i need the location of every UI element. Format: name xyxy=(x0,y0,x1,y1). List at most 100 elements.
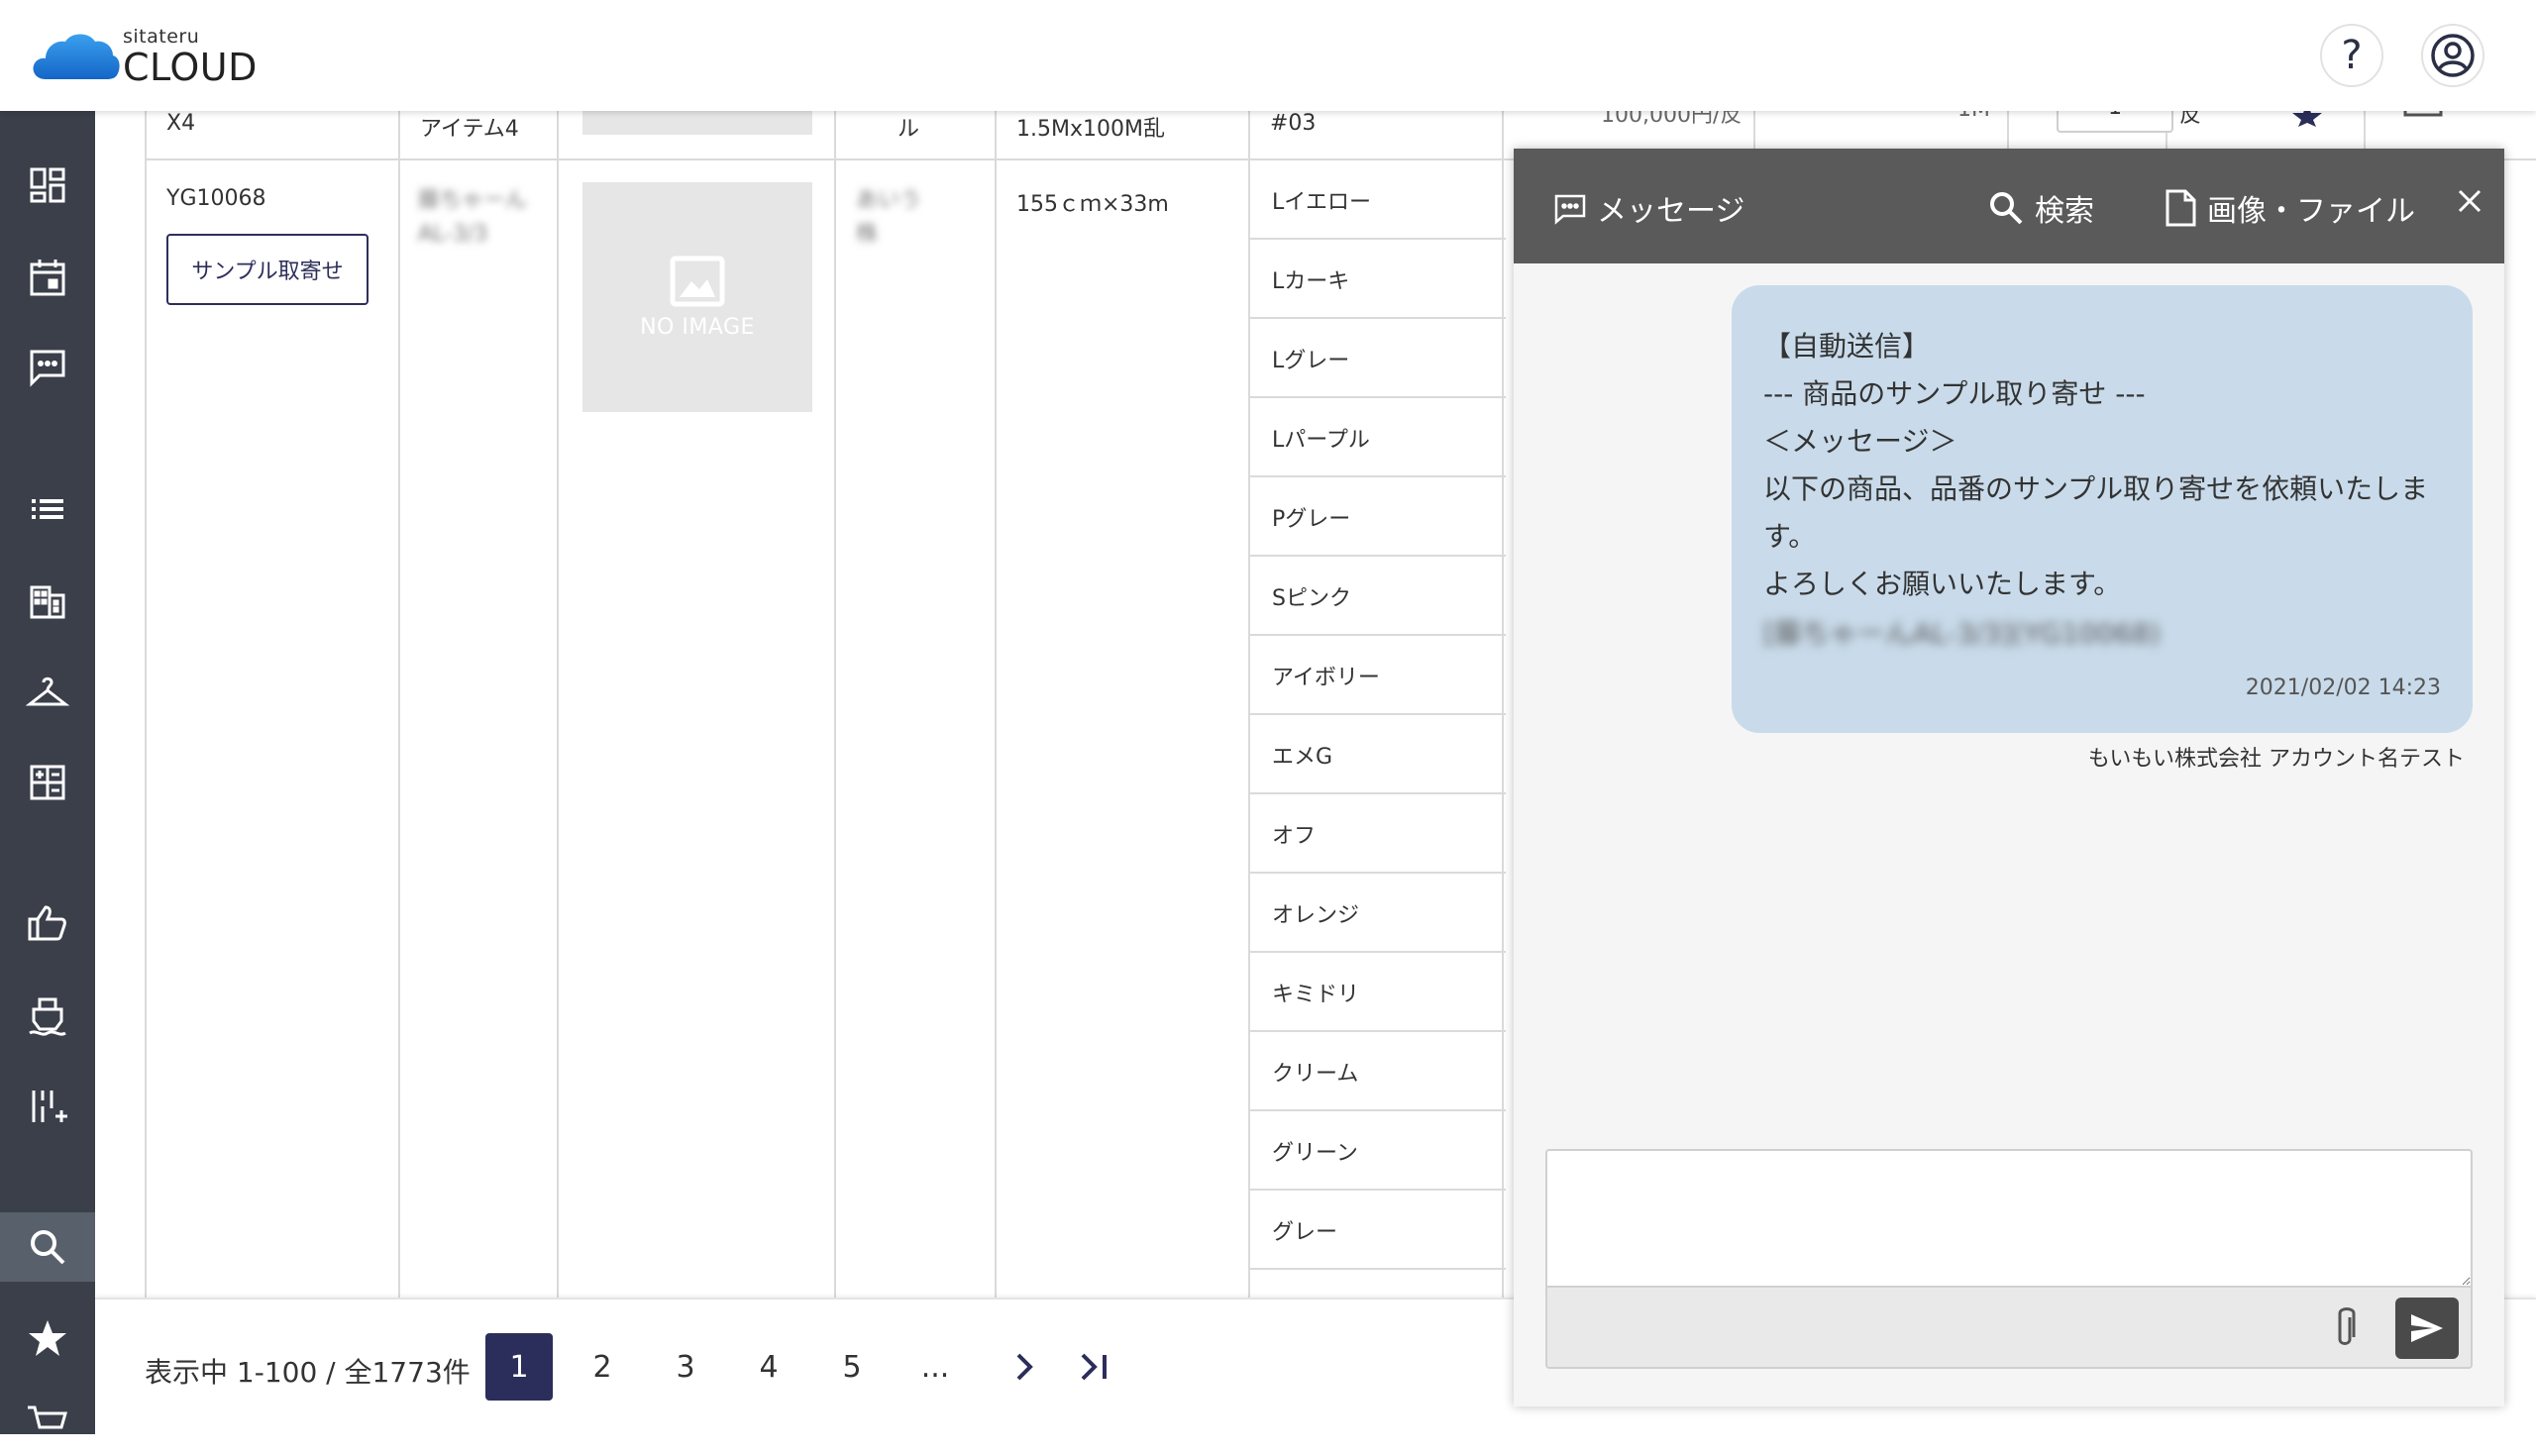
color-option: エメG xyxy=(1272,745,1333,770)
add-list-icon xyxy=(32,1091,67,1122)
message-icon xyxy=(1554,194,1586,225)
message-line: ＜メッセージ＞ xyxy=(1763,425,1957,458)
sidebar-recommend[interactable] xyxy=(0,888,95,958)
close-icon[interactable] xyxy=(2457,188,2483,214)
sidebar-items[interactable] xyxy=(0,658,95,727)
message-line: 以下の商品、品番のサンプル取り寄せを依頼いたしま xyxy=(1763,472,2429,505)
item-color: #03 xyxy=(1270,111,1317,136)
page-1-button[interactable]: 1 xyxy=(485,1333,553,1401)
sidebar-favorites[interactable] xyxy=(0,1303,95,1373)
help-button[interactable]: ? xyxy=(2320,24,2383,87)
color-option: Lカーキ xyxy=(1272,269,1350,294)
tab-message-label: メッセージ xyxy=(1597,194,1745,229)
dashboard-icon xyxy=(30,167,65,203)
tab-search-label: 検索 xyxy=(2035,194,2094,229)
color-option: グリーン xyxy=(1272,1141,1358,1166)
sidebar-company[interactable] xyxy=(0,567,95,636)
sidebar-cart[interactable] xyxy=(0,1387,95,1456)
item-size: 1.5Mx100M乱 xyxy=(1016,117,1165,142)
last-page-button[interactable] xyxy=(1062,1333,1129,1401)
page-2-button[interactable]: 2 xyxy=(569,1333,636,1401)
sidebar-calculator[interactable] xyxy=(0,748,95,817)
tab-search[interactable]: 検索 xyxy=(1987,186,2094,230)
color-option: Sピンク xyxy=(1272,586,1351,611)
last-page-icon xyxy=(1081,1353,1107,1381)
message-panel: メッセージ 検索 画像・ファイル 【自動送信】 --- 商品のサンプル取り寄せ … xyxy=(1514,149,2504,1406)
logo-big-text: CLOUD xyxy=(123,46,258,89)
cart-icon xyxy=(28,1405,67,1429)
quantity-input[interactable]: 1 xyxy=(2057,111,2173,133)
color-option: キミドリ xyxy=(1272,983,1360,1007)
blurred-supplier: あいう株 xyxy=(856,188,922,247)
list-icon xyxy=(32,499,63,519)
ship-icon xyxy=(29,997,66,1036)
color-option: Lグレー xyxy=(1272,349,1350,373)
blurred-product-reference: [藤ちゃーんAL-3/3](YG10068) xyxy=(1763,617,2161,650)
sidebar xyxy=(0,111,95,1434)
message-line: す。 xyxy=(1763,520,1817,553)
page-ellipsis: ... xyxy=(920,1349,950,1385)
page-4-button[interactable]: 4 xyxy=(735,1333,802,1401)
quantity-unit: 反 xyxy=(2179,111,2202,128)
help-icon: ? xyxy=(2341,33,2363,78)
sidebar-list[interactable] xyxy=(0,474,95,544)
sample-request-button[interactable]: サンプル取寄せ xyxy=(166,234,369,305)
search-icon xyxy=(31,1230,65,1265)
sidebar-dashboard[interactable] xyxy=(0,151,95,220)
color-option: オフ xyxy=(1272,824,1317,849)
hanger-icon xyxy=(26,676,69,706)
result-count: 表示中 1-100 / 全1773件 xyxy=(145,1356,471,1389)
message-bubble: 【自動送信】 --- 商品のサンプル取り寄せ --- ＜メッセージ＞ 以下の商品… xyxy=(1732,285,2473,733)
item-material: ル xyxy=(898,117,920,142)
next-page-button[interactable] xyxy=(991,1333,1058,1401)
tab-message[interactable]: メッセージ xyxy=(1553,186,1744,230)
item-image xyxy=(582,111,812,135)
cart-add-icon[interactable] xyxy=(2403,111,2443,119)
sidebar-messages[interactable] xyxy=(0,333,95,402)
cloud-logo-icon xyxy=(33,34,120,79)
item-code: X4 xyxy=(166,111,196,136)
item-name: アイテム4 xyxy=(420,117,519,142)
color-option: クリーム xyxy=(1272,1062,1359,1087)
message-sender: もいもい株式会社 アカウント名テスト xyxy=(2087,747,2465,772)
account-button[interactable] xyxy=(2421,24,2484,87)
sidebar-add-item[interactable] xyxy=(0,1072,95,1141)
color-option: Lイエロー xyxy=(1272,190,1372,215)
star-icon xyxy=(29,1320,66,1356)
message-line: 【自動送信】 xyxy=(1763,330,1931,363)
sidebar-shipping[interactable] xyxy=(0,981,95,1050)
page-5-button[interactable]: 5 xyxy=(818,1333,886,1401)
no-image-label: NO IMAGE xyxy=(640,314,755,340)
page-3-button[interactable]: 3 xyxy=(652,1333,719,1401)
sidebar-search[interactable] xyxy=(0,1212,95,1282)
message-line: --- 商品のサンプル取り寄せ --- xyxy=(1763,377,2146,410)
send-button[interactable] xyxy=(2395,1298,2459,1359)
blurred-item-name: 藤ちゃーんAL-3/3 xyxy=(418,188,528,247)
message-panel-header: メッセージ 検索 画像・ファイル xyxy=(1514,149,2504,263)
color-option: グレー xyxy=(1272,1220,1338,1245)
top-header: sitateru CLOUD ? xyxy=(0,0,2536,111)
tab-files[interactable]: 画像・ファイル xyxy=(2164,186,2415,230)
sidebar-calendar[interactable] xyxy=(0,243,95,312)
chevron-right-icon xyxy=(1016,1353,1033,1381)
calculator-icon xyxy=(30,765,65,800)
color-option: Lパープル xyxy=(1272,428,1370,453)
favorite-star-icon[interactable] xyxy=(2292,111,2322,127)
file-icon xyxy=(2166,189,2196,227)
account-icon xyxy=(2431,34,2475,77)
building-icon xyxy=(30,585,65,619)
search-icon xyxy=(1990,192,2023,225)
color-option: オレンジ xyxy=(1272,903,1360,928)
color-option: Pグレー xyxy=(1272,507,1351,532)
attachment-icon[interactable] xyxy=(2330,1305,2360,1351)
message-toolbar xyxy=(1545,1288,2473,1369)
item-code: YG10068 xyxy=(166,186,266,211)
message-input[interactable] xyxy=(1545,1149,2473,1288)
quantity-value: 1 xyxy=(2108,111,2122,120)
message-line: よろしくお願いいたします。 xyxy=(1763,568,2122,600)
calendar-icon xyxy=(30,260,65,296)
message-timestamp: 2021/02/02 14:23 xyxy=(2245,676,2441,700)
sitateru-cloud-logo[interactable]: sitateru CLOUD xyxy=(32,26,269,89)
message-icon xyxy=(30,350,65,387)
item-price: 100,000円/反 xyxy=(1601,111,1743,128)
